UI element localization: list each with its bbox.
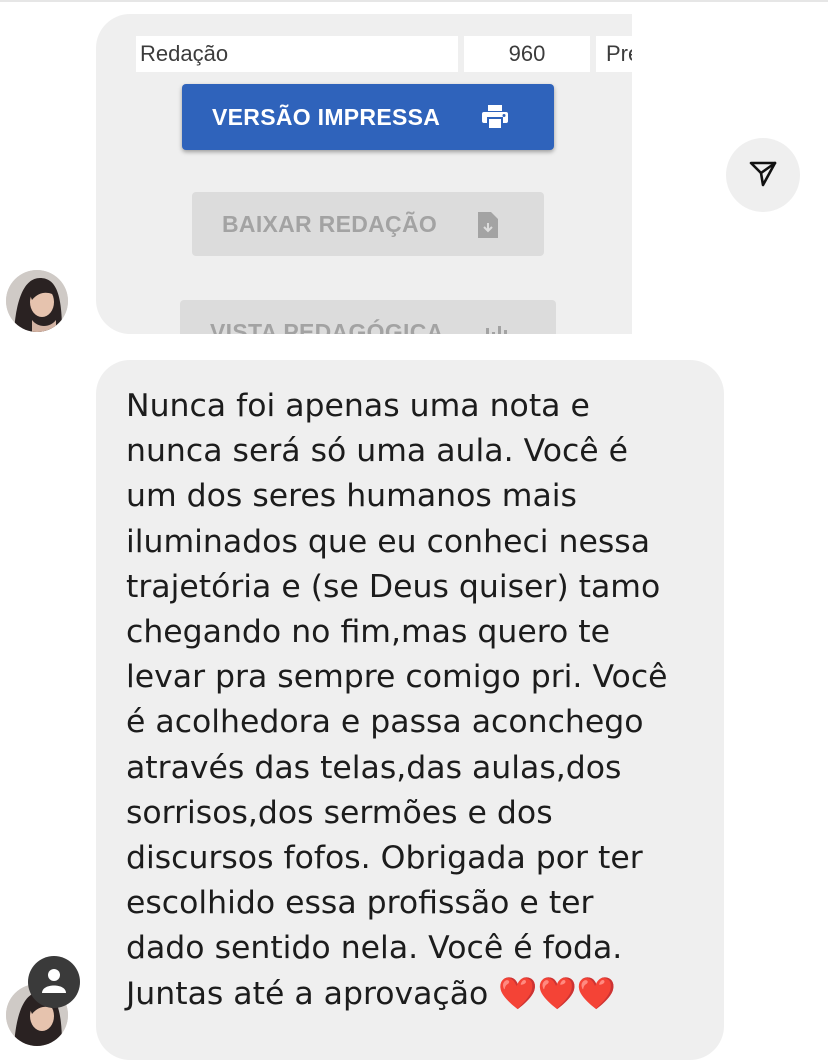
share-post-button[interactable]	[726, 138, 800, 212]
pedagogical-view-label: VISTA PEDAGÓGICA	[210, 318, 444, 335]
shared-post-card[interactable]: Redação 960 Presente VERSÃO IMPRESSA BAI…	[96, 14, 632, 334]
user-profile-button[interactable]	[28, 956, 80, 1008]
score-label-cell: Redação	[136, 36, 458, 72]
pedagogical-view-button[interactable]: VISTA PEDAGÓGICA	[180, 300, 556, 334]
attendance-status-cell: Presente	[596, 36, 632, 72]
file-download-icon	[478, 212, 498, 238]
print-version-button[interactable]: VERSÃO IMPRESSA	[182, 84, 554, 150]
printer-icon	[482, 105, 508, 129]
bar-chart-icon	[486, 322, 510, 334]
sender-avatar[interactable]	[6, 270, 68, 332]
download-essay-button[interactable]: BAIXAR REDAÇÃO	[192, 192, 544, 256]
print-version-label: VERSÃO IMPRESSA	[212, 103, 441, 130]
message-text: Nunca foi apenas uma nota e nunca será s…	[126, 388, 668, 1012]
send-icon	[748, 158, 778, 193]
message-bubble[interactable]: Nunca foi apenas uma nota e nunca será s…	[96, 360, 724, 1060]
user-icon	[41, 967, 67, 998]
download-essay-label: BAIXAR REDAÇÃO	[222, 210, 438, 237]
score-value-cell: 960	[464, 36, 590, 72]
top-divider	[0, 0, 828, 2]
